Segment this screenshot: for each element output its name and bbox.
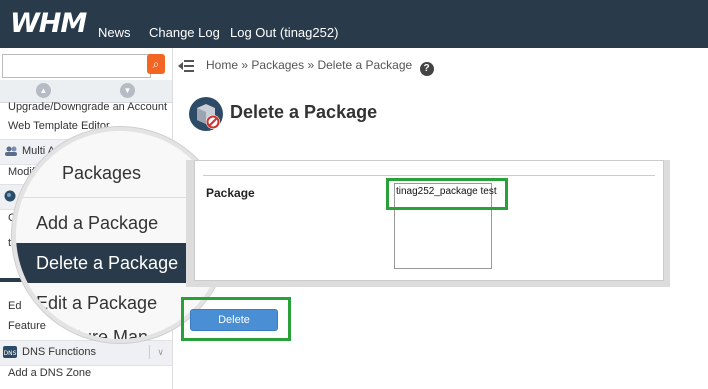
sidebar-item-upgrade-downgrade[interactable]: Upgrade/Downgrade an Account xyxy=(0,102,172,116)
whm-logo[interactable]: WHM xyxy=(10,8,87,39)
dns-icon: DNS xyxy=(3,346,17,358)
breadcrumb: Home » Packages » Delete a Package ? xyxy=(206,58,434,76)
page-title: Delete a Package xyxy=(230,102,378,122)
svg-text:DNS: DNS xyxy=(4,350,17,357)
chevron-down-icon: ∨ xyxy=(149,345,164,359)
search-icon[interactable]: ⌕ xyxy=(147,54,165,74)
magnified-packages-heading: Packages xyxy=(62,163,142,183)
sidebar-item-add-dns-zone[interactable]: Add a DNS Zone xyxy=(0,367,172,383)
nav-news-link[interactable]: News xyxy=(98,0,131,48)
package-label: Package xyxy=(206,186,255,200)
nav-logout-link[interactable]: Log Out (tinag252) xyxy=(230,0,338,48)
chevron-up-icon[interactable]: ▲ xyxy=(36,83,51,98)
hamburger-menu-icon[interactable] xyxy=(178,59,194,73)
highlight-delete-button xyxy=(181,297,291,341)
sidebar-collapse-controls: ▲ ▼ xyxy=(0,80,172,103)
nav-change-log-link[interactable]: Change Log xyxy=(149,0,220,48)
breadcrumb-home-link[interactable]: Home xyxy=(206,58,238,72)
delete-package-icon xyxy=(189,97,223,131)
chevron-down-icon[interactable]: ▼ xyxy=(120,83,135,98)
users-icon xyxy=(5,146,17,156)
sidebar-category-dns[interactable]: DNS DNS Functions ∨ xyxy=(0,340,172,366)
help-icon[interactable]: ? xyxy=(419,62,434,76)
sidebar-search-input[interactable] xyxy=(2,54,151,78)
globe-icon xyxy=(4,190,16,202)
highlight-package-option xyxy=(386,178,508,210)
breadcrumb-separator: » xyxy=(307,58,315,72)
breadcrumb-packages-link[interactable]: Packages xyxy=(251,58,304,72)
breadcrumb-separator: » xyxy=(241,58,249,72)
top-navigation-bar: WHM News Change Log Log Out (tinag252) xyxy=(0,0,708,48)
divider xyxy=(203,175,655,176)
breadcrumb-current: Delete a Package xyxy=(317,58,413,72)
